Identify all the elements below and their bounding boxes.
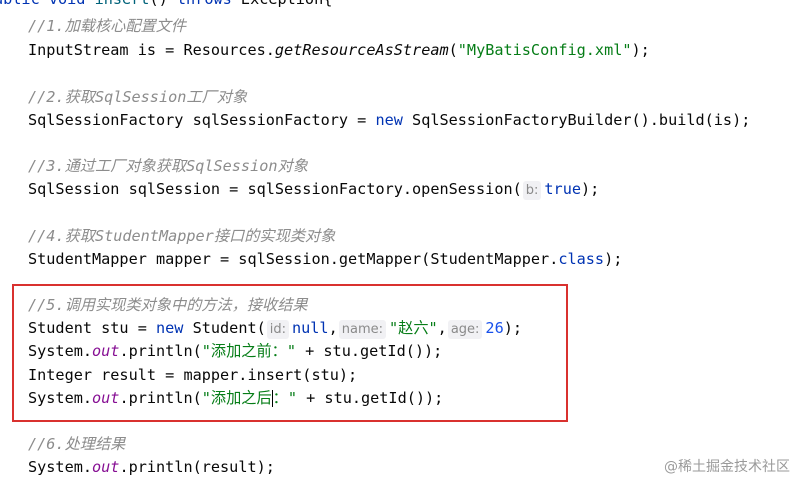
comment-load-config: //1.加载核心配置文件 xyxy=(28,17,187,35)
code-editor[interactable]: ublic void insert() throws Exception{ //… xyxy=(0,0,802,483)
code-line-mapper: StudentMapper mapper = sqlSession.getMap… xyxy=(28,250,623,268)
comment-get-factory: //2.获取SqlSession工厂对象 xyxy=(28,88,248,106)
code-line-factory: SqlSessionFactory sqlSessionFactory = ne… xyxy=(28,111,751,129)
code-line-print-result: System.out.println(result); xyxy=(28,458,275,476)
watermark: @稀土掘金技术社区 xyxy=(664,459,790,475)
code-line-session: SqlSession sqlSession = sqlSessionFactor… xyxy=(28,180,600,200)
param-hint-b: b: xyxy=(522,181,542,200)
comment-get-mapper: //4.获取StudentMapper接口的实现类对象 xyxy=(28,227,336,245)
comment-handle-result: //6.处理结果 xyxy=(28,435,126,453)
code-line-signature: ublic void insert() throws Exception{ xyxy=(0,0,332,11)
code-line-inputstream: InputStream is = Resources.getResourceAs… xyxy=(28,41,650,59)
comment-get-session: //3.通过工厂对象获取SqlSession对象 xyxy=(28,157,308,175)
highlight-box xyxy=(12,284,568,422)
